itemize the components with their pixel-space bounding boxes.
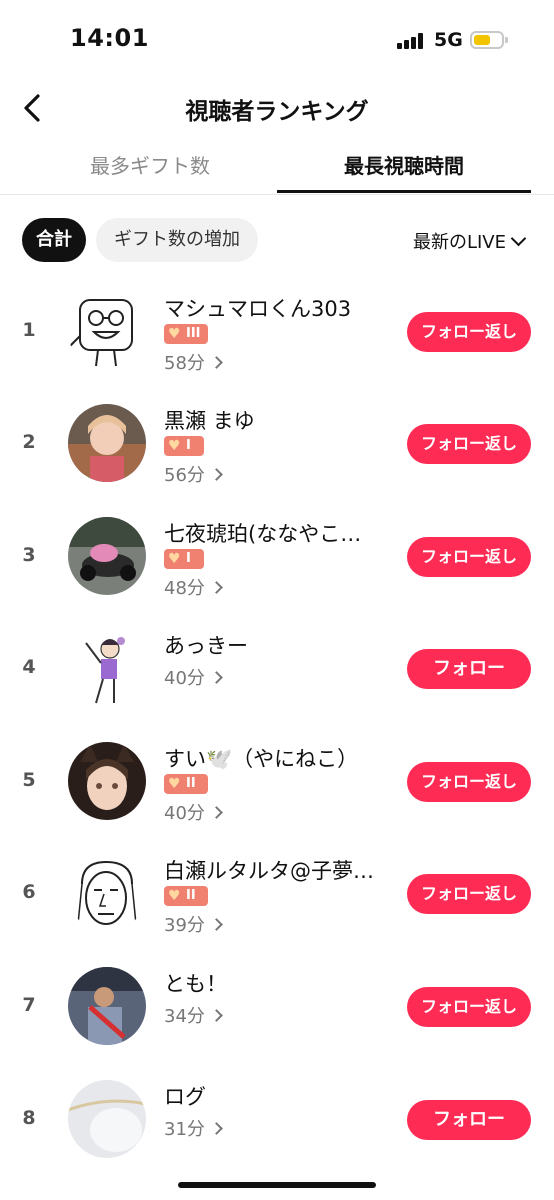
watch-duration[interactable]: 56分 (164, 461, 223, 487)
follow-back-button[interactable]: フォロー返し (407, 312, 531, 352)
viewer-name: すい🕊️（やにねこ） (164, 747, 359, 771)
follow-back-button[interactable]: フォロー返し (407, 537, 531, 577)
chevron-right-icon (210, 671, 223, 684)
watch-duration[interactable]: 31分 (164, 1115, 223, 1141)
viewer-row[interactable]: 1 マシュマロくん303 ♥ III 58分 フォロー返し (0, 275, 554, 387)
tab-most-gifts[interactable]: 最多ギフト数 (40, 142, 260, 192)
follow-button[interactable]: フォロー (407, 649, 531, 689)
rank-number: 8 (22, 1107, 36, 1129)
follow-back-button[interactable]: フォロー返し (407, 762, 531, 802)
level-badge: ♥ II (164, 774, 208, 794)
viewer-name: 黒瀬 まゆ (164, 409, 255, 433)
viewer-row[interactable]: 4 あっきー 40分 フォロー (0, 612, 554, 724)
badge-level: II (186, 888, 196, 903)
avatar[interactable] (68, 1080, 146, 1158)
duration-value: 40分 (164, 668, 205, 689)
level-badge: ♥ I (164, 549, 204, 569)
active-tab-indicator (277, 190, 531, 193)
viewer-row[interactable]: 7 とも！ 34分 フォロー返し (0, 950, 554, 1062)
battery-icon (470, 31, 508, 49)
avatar[interactable] (68, 517, 146, 595)
duration-value: 31分 (164, 1119, 205, 1140)
follow-back-button[interactable]: フォロー返し (407, 424, 531, 464)
chevron-right-icon (210, 581, 223, 594)
heart-icon: ♥ (168, 326, 181, 342)
avatar[interactable] (68, 967, 146, 1045)
duration-value: 39分 (164, 915, 205, 936)
viewer-name: とも！ (164, 972, 227, 996)
rank-number: 4 (22, 656, 36, 678)
viewer-row[interactable]: 8 ログ 31分 フォロー (0, 1063, 554, 1175)
duration-value: 34分 (164, 1006, 205, 1027)
duration-value: 56分 (164, 465, 205, 486)
heart-icon: ♥ (168, 776, 181, 792)
badge-level: I (186, 438, 191, 453)
status-time: 14:01 (70, 24, 149, 52)
watch-duration[interactable]: 40分 (164, 799, 223, 825)
rank-number: 5 (22, 769, 36, 791)
tab-longest-watch[interactable]: 最長視聴時間 (277, 142, 531, 192)
viewer-name: 七夜琥珀(ななやこ… (164, 522, 362, 546)
duration-value: 58分 (164, 353, 205, 374)
watch-duration[interactable]: 34分 (164, 1002, 223, 1028)
live-select-dropdown[interactable]: 最新のLIVE (412, 228, 527, 254)
filter-gift-increase-chip[interactable]: ギフト数の増加 (96, 218, 258, 262)
follow-back-button[interactable]: フォロー返し (407, 874, 531, 914)
heart-icon: ♥ (168, 438, 181, 454)
viewer-row[interactable]: 3 七夜琥珀(ななやこ… ♥ I 48分 フォロー返し (0, 500, 554, 612)
viewer-name: あっきー (164, 634, 248, 658)
page-title: 視聴者ランキング (185, 99, 369, 125)
status-bar: 14:01 5G (0, 0, 554, 80)
duration-value: 48分 (164, 578, 205, 599)
level-badge: ♥ II (164, 886, 208, 906)
viewer-row[interactable]: 6 白瀬ルタルタ@子夢… ♥ II 39分 フォロー返し (0, 837, 554, 949)
viewer-name: ログ (164, 1085, 206, 1109)
badge-level: II (186, 776, 196, 791)
follow-back-button[interactable]: フォロー返し (407, 987, 531, 1027)
follow-button[interactable]: フォロー (407, 1100, 531, 1140)
filter-total-chip[interactable]: 合計 (22, 218, 86, 262)
avatar[interactable] (68, 629, 146, 707)
badge-level: I (186, 551, 191, 566)
watch-duration[interactable]: 40分 (164, 664, 223, 690)
chevron-right-icon (210, 1122, 223, 1135)
avatar[interactable] (68, 742, 146, 820)
chevron-right-icon (210, 918, 223, 931)
viewer-name: 白瀬ルタルタ@子夢… (164, 859, 374, 883)
signal-icon (397, 33, 427, 49)
heart-icon: ♥ (168, 888, 181, 904)
rank-number: 2 (22, 431, 36, 453)
viewer-row[interactable]: 5 すい🕊️（やにねこ） ♥ II 40分 フォロー返し (0, 725, 554, 837)
header: 視聴者ランキング (0, 80, 554, 140)
rank-number: 3 (22, 544, 36, 566)
heart-icon: ♥ (168, 551, 181, 567)
chevron-right-icon (210, 1009, 223, 1022)
filter-bar: 合計 ギフト数の増加 最新のLIVE (0, 216, 554, 264)
avatar[interactable] (68, 854, 146, 932)
live-select-label: 最新のLIVE (412, 232, 506, 253)
avatar[interactable] (68, 404, 146, 482)
chevron-right-icon (210, 356, 223, 369)
viewer-name: マシュマロくん303 (164, 297, 352, 321)
chevron-right-icon (210, 806, 223, 819)
viewer-row[interactable]: 2 黒瀬 まゆ ♥ I 56分 フォロー返し (0, 387, 554, 499)
level-badge: ♥ III (164, 324, 208, 344)
badge-level: III (186, 326, 201, 341)
level-badge: ♥ I (164, 436, 204, 456)
rank-number: 1 (22, 319, 36, 341)
avatar[interactable] (68, 292, 146, 370)
home-indicator[interactable] (178, 1182, 376, 1188)
chevron-down-icon (510, 230, 527, 247)
watch-duration[interactable]: 39分 (164, 911, 223, 937)
network-label: 5G (434, 29, 463, 51)
watch-duration[interactable]: 58分 (164, 349, 223, 375)
rank-number: 7 (22, 994, 36, 1016)
rank-number: 6 (22, 881, 36, 903)
watch-duration[interactable]: 48分 (164, 574, 223, 600)
duration-value: 40分 (164, 803, 205, 824)
tab-bar: 最多ギフト数 最長視聴時間 (0, 142, 554, 195)
chevron-right-icon (210, 468, 223, 481)
